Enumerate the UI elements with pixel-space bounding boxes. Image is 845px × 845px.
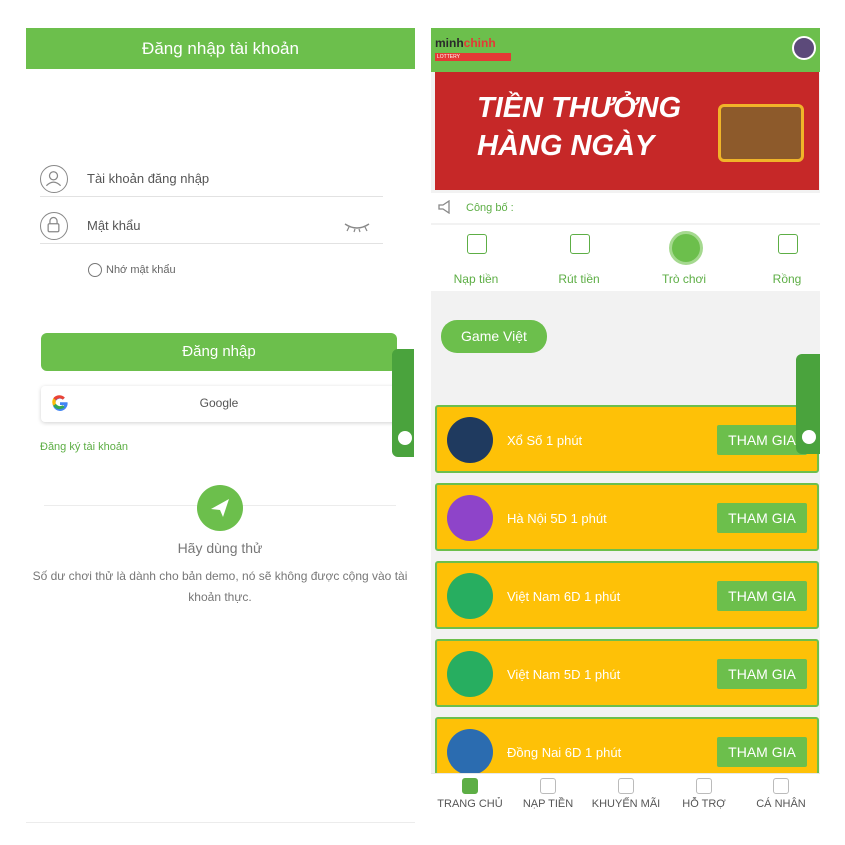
floating-side-tab[interactable] <box>392 349 414 457</box>
deposit-icon <box>540 778 556 794</box>
game-5d-icon <box>447 651 493 697</box>
bottom-nav-deposit[interactable]: NẠP TIỀN <box>509 774 587 820</box>
nav-dragon[interactable]: Rồng <box>742 225 820 291</box>
withdraw-icon <box>570 234 590 254</box>
category-tab-game-viet[interactable]: Game Việt <box>441 320 547 353</box>
join-button[interactable]: THAM GIA <box>717 425 807 455</box>
send-icon <box>197 485 243 531</box>
join-button[interactable]: THAM GIA <box>717 659 807 689</box>
login-button[interactable]: Đăng nhập <box>41 333 397 371</box>
nav-label: Rút tiền <box>558 272 600 286</box>
lottery-clock-icon <box>447 417 493 463</box>
nav-games[interactable]: Trò chơi <box>639 225 729 291</box>
bottom-nav-label: KHUYẾN MÃI <box>591 798 661 810</box>
side-tab-dot-icon <box>802 430 816 444</box>
game-6d-icon <box>447 729 493 775</box>
support-icon <box>696 778 712 794</box>
promo-banner[interactable]: TIỀN THƯỞNG HÀNG NGÀY <box>435 72 819 190</box>
game-card[interactable]: Xổ Số 1 phút THAM GIA <box>435 405 819 473</box>
try-description: Số dư chơi thử là dành cho bản demo, nó … <box>32 569 408 604</box>
home-header: minhchinh LOTTERY <box>431 28 820 72</box>
try-title: Hãy dùng thử <box>177 540 263 556</box>
home-icon <box>462 778 478 794</box>
nav-deposit[interactable]: Nạp tiền <box>431 225 521 291</box>
game-5d-icon <box>447 495 493 541</box>
nav-label: Nạp tiền <box>453 272 499 286</box>
game-card[interactable]: Việt Nam 5D 1 phút THAM GIA <box>435 639 819 707</box>
banner-line-2: HÀNG NGÀY <box>477 130 655 162</box>
quick-nav: Nạp tiền Rút tiền Trò chơi Rồng <box>431 225 820 291</box>
game-name: Việt Nam 5D 1 phút <box>507 667 621 682</box>
home-screen: minhchinh LOTTERY TIỀN THƯỞNG HÀNG NGÀY … <box>431 28 820 820</box>
game-card[interactable]: Việt Nam 6D 1 phút THAM GIA <box>435 561 819 629</box>
divider <box>26 822 415 823</box>
account-field[interactable]: Tài khoản đăng nhập <box>40 163 383 197</box>
nav-label: Trò chơi <box>661 272 707 286</box>
join-button[interactable]: THAM GIA <box>717 737 807 767</box>
user-icon <box>40 165 68 193</box>
google-login-button[interactable]: Google <box>41 386 397 422</box>
remember-label: Nhớ mật khẩu <box>106 263 176 276</box>
avatar[interactable] <box>792 36 816 60</box>
join-button[interactable]: THAM GIA <box>717 581 807 611</box>
floating-side-tab[interactable] <box>796 354 820 454</box>
login-screen: Đăng nhập tài khoản Tài khoản đăng nhập … <box>0 0 425 845</box>
game-card[interactable]: Hà Nội 5D 1 phút THAM GIA <box>435 483 819 551</box>
gift-icon <box>618 778 634 794</box>
treasure-chest-icon <box>718 104 804 162</box>
join-button[interactable]: THAM GIA <box>717 503 807 533</box>
logo-subtitle: LOTTERY <box>435 53 511 61</box>
game-name: Xổ Số 1 phút <box>507 433 583 448</box>
nav-withdraw[interactable]: Rút tiền <box>534 225 624 291</box>
bottom-nav-label: CÁ NHÂN <box>756 798 806 810</box>
bottom-nav-profile[interactable]: CÁ NHÂN <box>742 774 820 820</box>
remember-radio[interactable] <box>88 263 102 277</box>
bottom-nav-support[interactable]: HỖ TRỢ <box>665 774 743 820</box>
bottom-nav-label: NẠP TIỀN <box>522 798 574 810</box>
bottom-nav: TRANG CHỦ NẠP TIỀN KHUYẾN MÃI HỖ TRỢ CÁ … <box>431 773 820 820</box>
nav-label: Rồng <box>772 272 802 286</box>
password-placeholder: Mật khẩu <box>87 218 141 233</box>
register-link[interactable]: Đăng ký tài khoản <box>40 441 128 453</box>
deposit-icon <box>467 234 487 254</box>
banner-line-1: TIỀN THƯỞNG <box>477 92 682 124</box>
remember-password[interactable]: Nhớ mật khẩu <box>88 263 176 277</box>
speaker-icon <box>437 199 457 217</box>
game-name: Việt Nam 6D 1 phút <box>507 589 621 604</box>
lock-icon <box>40 212 68 240</box>
google-label: Google <box>199 396 239 410</box>
login-header: Đăng nhập tài khoản <box>26 28 415 69</box>
profile-icon <box>773 778 789 794</box>
game-name: Đồng Nai 6D 1 phút <box>507 745 622 760</box>
password-field[interactable]: Mật khẩu <box>40 210 383 244</box>
announcement-bar: Công bố : <box>431 193 820 223</box>
game-name: Hà Nội 5D 1 phút <box>507 511 607 526</box>
bottom-nav-promotions[interactable]: KHUYẾN MÃI <box>587 774 665 820</box>
game-6d-icon <box>447 573 493 619</box>
eye-closed-icon[interactable] <box>343 220 371 236</box>
side-tab-dot-icon <box>398 431 412 445</box>
dragon-icon <box>778 234 798 254</box>
logo: minhchinh <box>435 36 496 50</box>
bottom-nav-home[interactable]: TRANG CHỦ <box>431 774 509 820</box>
game-icon <box>669 231 703 265</box>
account-placeholder: Tài khoản đăng nhập <box>87 171 210 186</box>
announcement-label: Công bố : <box>466 202 514 214</box>
